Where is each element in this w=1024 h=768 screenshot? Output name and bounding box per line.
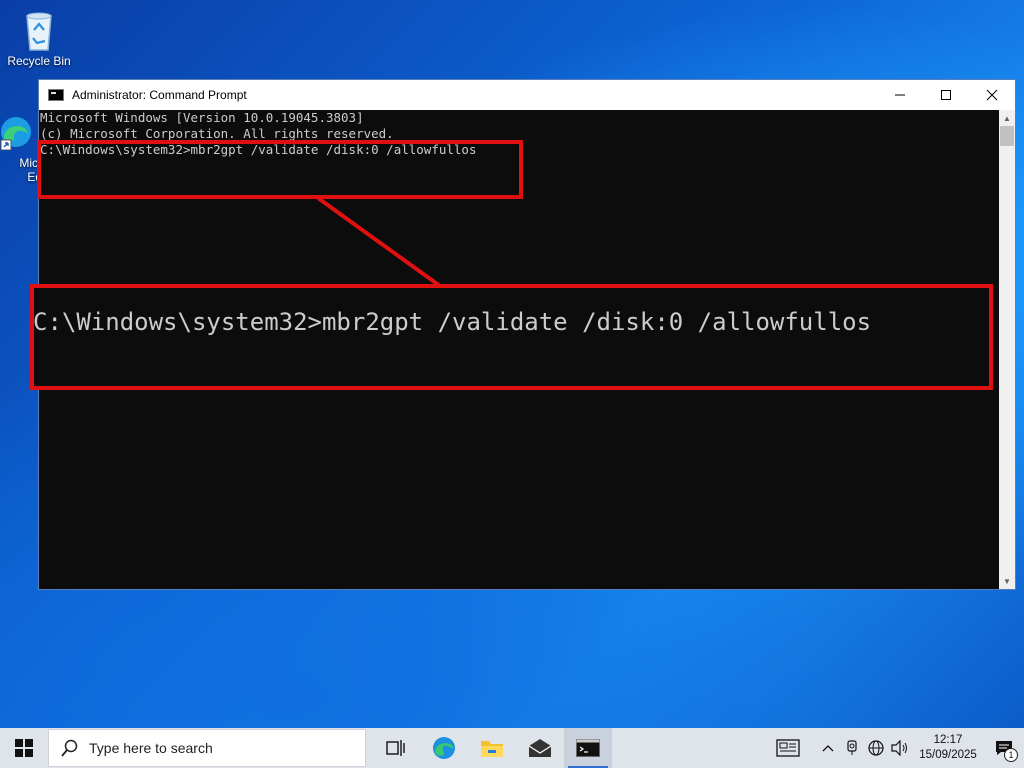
clock-date: 15/09/2025: [919, 749, 977, 761]
zoom-callout-box: [30, 284, 993, 390]
command-prompt-taskbar-button[interactable]: [564, 728, 612, 768]
network-button[interactable]: [864, 728, 888, 768]
search-placeholder: Type here to search: [89, 740, 213, 756]
edge-taskbar-button[interactable]: [420, 728, 468, 768]
command-prompt-icon: [576, 739, 600, 757]
volume-button[interactable]: [888, 728, 912, 768]
zoomed-command-text: C:\Windows\system32>mbr2gpt /validate /d…: [33, 308, 872, 336]
chevron-up-icon: [822, 745, 834, 752]
taskbar: Type here to search 12:17 15/09/2025 1: [0, 728, 1024, 768]
news-widget-button[interactable]: [770, 728, 806, 768]
show-hidden-icons-button[interactable]: [816, 728, 840, 768]
search-input[interactable]: Type here to search: [48, 729, 366, 767]
clock[interactable]: 12:17 15/09/2025: [912, 733, 984, 763]
meet-now-button[interactable]: [840, 728, 864, 768]
clock-time: 12:17: [933, 734, 963, 746]
globe-icon: [868, 740, 884, 756]
mail-icon: [528, 739, 552, 757]
notification-badge: 1: [1004, 748, 1018, 762]
device-icon: [847, 740, 857, 755]
file-explorer-button[interactable]: [468, 728, 516, 768]
search-icon: [61, 739, 79, 757]
notifications-button[interactable]: 1: [984, 728, 1024, 768]
mail-button[interactable]: [516, 728, 564, 768]
speaker-icon: [891, 740, 907, 756]
windows-logo-icon: [15, 739, 33, 757]
system-tray: 12:17 15/09/2025 1: [770, 728, 1024, 768]
task-view-button[interactable]: [372, 728, 420, 768]
news-icon: [776, 739, 800, 757]
file-explorer-icon: [481, 741, 503, 757]
start-button[interactable]: [0, 728, 48, 768]
edge-icon: [433, 737, 455, 759]
task-view-icon: [386, 740, 405, 756]
